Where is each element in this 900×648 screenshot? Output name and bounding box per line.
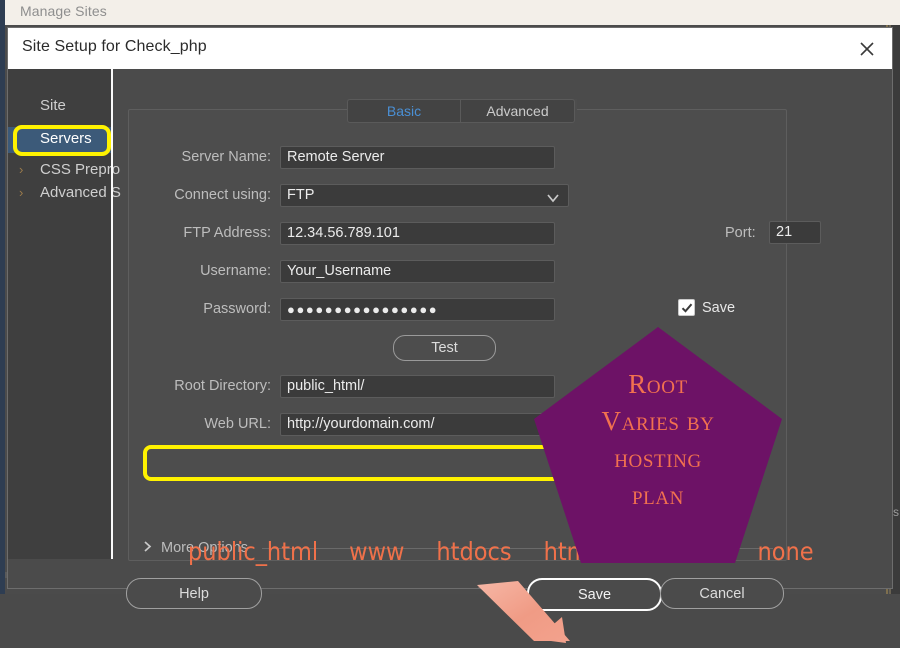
save-password-label: Save: [702, 300, 735, 316]
server-name-label: Server Name:: [129, 149, 280, 165]
chevron-right-icon-advanced: ›: [19, 185, 23, 200]
connect-using-value: FTP: [287, 187, 314, 203]
site-setup-dialog: Site Setup for Check_php Site Servers › …: [8, 28, 892, 588]
save-password-checkbox[interactable]: [678, 299, 695, 316]
server-name-row: Server Name: Remote Server: [129, 145, 786, 169]
close-icon[interactable]: [854, 36, 880, 62]
tab-group: Basic Advanced: [347, 99, 577, 123]
dialog-title: Site Setup for Check_php: [22, 38, 207, 56]
connect-using-label: Connect using:: [129, 187, 280, 203]
password-row: Password: ●●●●●●●●●●●●●●●● Save: [129, 297, 786, 321]
ftp-address-label: FTP Address:: [129, 225, 280, 241]
sidebar-item-site[interactable]: Site: [8, 94, 111, 120]
sidebar-item-label: Advanced S: [40, 184, 121, 201]
tab-advanced[interactable]: Advanced: [461, 99, 575, 123]
username-row: Username: Your_Username: [129, 259, 786, 283]
chevron-right-icon-css: ›: [19, 162, 23, 177]
server-name-input[interactable]: Remote Server: [280, 146, 555, 169]
web-url-input[interactable]: http://yourdomain.com/: [280, 413, 555, 436]
connect-using-row: Connect using: FTP: [129, 183, 786, 207]
callout-line-2: Varies by: [534, 403, 782, 440]
root-directory-input[interactable]: public_html/: [280, 375, 555, 398]
dialog-footer: Help Save Cancel: [8, 559, 892, 629]
background-text-fragment-6: s: [893, 505, 899, 519]
sidebar-divider: [111, 69, 113, 559]
test-button[interactable]: Test: [393, 335, 496, 361]
connect-using-select[interactable]: FTP: [280, 184, 569, 207]
callout-line-3: hosting: [534, 440, 782, 477]
username-input[interactable]: Your_Username: [280, 260, 555, 283]
dialog-titlebar: Site Setup for Check_php: [8, 28, 892, 69]
password-input[interactable]: ●●●●●●●●●●●●●●●●: [280, 298, 555, 321]
save-password-checkbox-group[interactable]: Save: [678, 299, 735, 316]
chevron-right-icon-more-options: [143, 540, 152, 556]
root-directory-label: Root Directory:: [129, 378, 280, 394]
callout-line-1: Root: [534, 366, 782, 403]
port-label: Port:: [725, 225, 756, 241]
password-label: Password:: [129, 301, 280, 317]
port-input[interactable]: 21: [769, 221, 821, 244]
chevron-down-icon: [546, 189, 560, 210]
web-url-label: Web URL:: [129, 416, 280, 432]
dialog-sidebar: Site Servers › CSS Prepro › Advanced S: [8, 69, 111, 559]
background-window-title: Manage Sites: [20, 3, 107, 19]
arrow-annotation-icon: [474, 581, 594, 643]
sidebar-item-label: CSS Prepro: [40, 161, 120, 178]
highlight-box-servers: [13, 125, 111, 156]
sidebar-item-label: Site: [40, 97, 66, 114]
background-titlebar: [5, 0, 900, 25]
ftp-address-input[interactable]: 12.34.56.789.101: [280, 222, 555, 245]
dialog-body: Site Servers › CSS Prepro › Advanced S B…: [8, 69, 892, 588]
ftp-address-row: FTP Address: 12.34.56.789.101 Port: 21: [129, 221, 786, 245]
callout-line-4: plan: [534, 477, 782, 514]
sidebar-item-advanced-settings[interactable]: › Advanced S: [8, 181, 111, 207]
pentagon-callout-text: Root Varies by hosting plan: [534, 366, 782, 514]
tab-basic[interactable]: Basic: [347, 99, 461, 123]
username-label: Username:: [129, 263, 280, 279]
